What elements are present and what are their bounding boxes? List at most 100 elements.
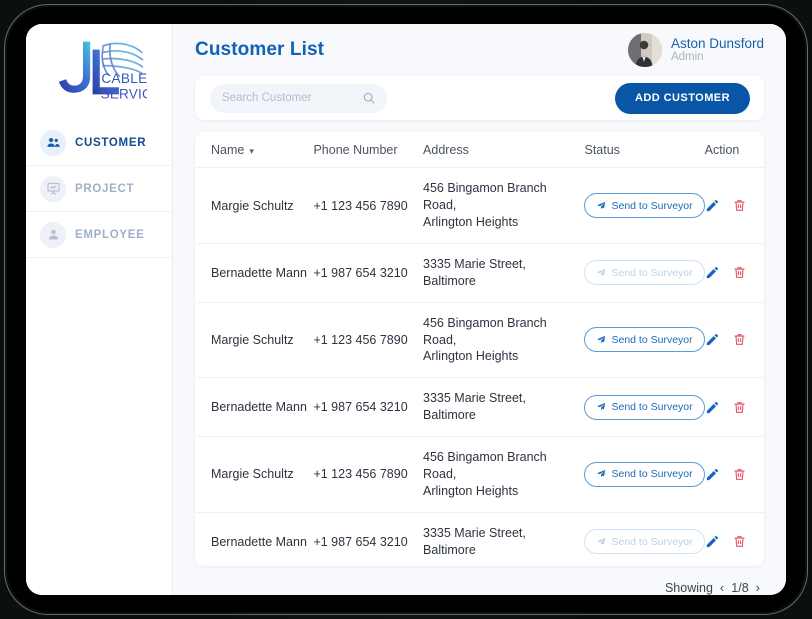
table-row: Margie Schultz +1 123 456 7890 456 Bingamo… xyxy=(195,436,764,513)
cell-action xyxy=(704,377,764,437)
chevron-down-icon[interactable]: ▾ xyxy=(249,146,254,156)
user-role: Admin xyxy=(670,51,704,64)
cell-address: 3335 Marie Street, Baltimore xyxy=(423,243,585,303)
cell-action xyxy=(704,243,764,303)
pencil-icon[interactable] xyxy=(705,332,720,347)
user-menu[interactable]: Aston Dunsford Admin xyxy=(627,33,764,68)
address-line-2: Arlington Heights xyxy=(423,215,519,229)
device-mockup: CABLE SERVICES CUSTOMER xyxy=(0,0,812,619)
address-line-1: 3335 Marie Street, Baltimore xyxy=(423,525,526,557)
paper-plane-icon xyxy=(596,201,606,211)
search-toolbar: ADD CUSTOMER xyxy=(195,76,764,121)
sidebar-item-employee[interactable]: EMPLOYEE xyxy=(26,212,172,258)
cell-phone: +1 123 456 7890 xyxy=(313,167,424,244)
column-label: Name xyxy=(211,143,245,158)
top-bar: Customer List Aston Dunsford Admin xyxy=(195,24,764,76)
cell-address: 3335 Marie Street, Baltimore xyxy=(423,377,585,437)
address-line-2: Arlington Heights xyxy=(423,483,519,498)
page-title: Customer List xyxy=(195,39,325,61)
logo-cable-text: CABLE xyxy=(101,71,147,86)
address-line-1: 456 Bingamon Branch Road, xyxy=(423,315,547,347)
cell-phone: +1 987 654 3210 xyxy=(313,243,424,303)
pagination-next-button[interactable]: › xyxy=(756,580,760,595)
send-to-surveyor-button[interactable]: Send to Surveyor xyxy=(584,394,705,420)
column-header-phone: Phone Number xyxy=(313,132,424,169)
app-screen: CABLE SERVICES CUSTOMER xyxy=(26,24,786,595)
cell-address: 456 Bingamon Branch Road, Arlington Heigh… xyxy=(423,167,585,244)
search-icon[interactable] xyxy=(362,91,376,110)
search-box[interactable] xyxy=(210,83,387,113)
column-header-action: Action xyxy=(704,132,764,169)
sidebar-item-label: EMPLOYEE xyxy=(75,228,145,241)
send-to-surveyor-button: Send to Surveyor xyxy=(584,529,705,554)
status-label: Send to Surveyor xyxy=(611,333,693,346)
send-to-surveyor-button[interactable]: Send to Surveyor xyxy=(584,461,705,487)
search-input[interactable] xyxy=(222,92,357,105)
address-line-2: Arlington Heights xyxy=(423,349,519,364)
pencil-icon[interactable] xyxy=(705,400,720,415)
address-line-1: 3335 Marie Street, Baltimore xyxy=(423,391,526,423)
row-actions xyxy=(705,400,764,415)
cell-action xyxy=(704,436,764,513)
sidebar-item-project[interactable]: PROJECT xyxy=(26,166,172,212)
sidebar-item-label: PROJECT xyxy=(75,182,135,195)
cell-phone: +1 987 654 3210 xyxy=(313,377,424,437)
cell-address: 456 Bingamon Branch Road, Arlington Heigh… xyxy=(423,436,585,513)
sidebar: CABLE SERVICES CUSTOMER xyxy=(26,24,173,595)
table-row: Bernadette Mann +1 987 654 3210 3335 Marie… xyxy=(195,512,764,566)
main-content: Customer List Aston Dunsford Admin Searc… xyxy=(173,24,786,595)
trash-icon[interactable] xyxy=(732,198,747,213)
cell-name: Bernadette Mann xyxy=(195,243,314,303)
pagination-showing-label: Showing xyxy=(664,580,713,595)
pencil-icon[interactable] xyxy=(705,467,720,482)
column-header-status: Status xyxy=(584,132,705,169)
cell-phone: +1 123 456 7890 xyxy=(313,436,424,513)
cell-status: Send to Surveyor xyxy=(584,512,705,566)
cell-name: Margie Schultz xyxy=(195,436,314,513)
cell-status: Send to Surveyor xyxy=(584,243,705,303)
user-name: Aston Dunsford xyxy=(670,36,764,52)
column-header-name[interactable]: Name ▾ xyxy=(195,132,314,169)
user-photo-icon xyxy=(627,33,662,68)
paper-plane-icon xyxy=(596,268,606,278)
send-to-surveyor-button[interactable]: Send to Surveyor xyxy=(584,327,705,353)
paper-plane-icon xyxy=(596,335,606,345)
cell-status: Send to Surveyor xyxy=(584,302,705,379)
customer-table: Name ▾ Phone Number Address Status Action… xyxy=(195,132,764,566)
cell-status: Send to Surveyor xyxy=(584,436,705,513)
pagination: Showing ‹ 1/8 › xyxy=(195,566,764,595)
project-board-icon xyxy=(40,175,66,202)
status-label: Send to Surveyor xyxy=(611,535,693,548)
trash-icon[interactable] xyxy=(732,467,747,482)
paper-plane-icon xyxy=(596,402,606,412)
cell-action xyxy=(704,512,764,566)
send-to-surveyor-button[interactable]: Send to Surveyor xyxy=(584,193,705,219)
row-actions xyxy=(705,467,764,482)
status-label: Send to Surveyor xyxy=(611,266,693,279)
status-label: Send to Surveyor xyxy=(611,199,693,212)
cell-address: 3335 Marie Street, Baltimore xyxy=(423,512,585,566)
paper-plane-icon xyxy=(596,537,606,547)
add-customer-button[interactable]: ADD CUSTOMER xyxy=(614,82,750,114)
sidebar-item-customer[interactable]: CUSTOMER xyxy=(26,120,172,166)
pencil-icon[interactable] xyxy=(705,265,720,280)
app-logo[interactable]: CABLE SERVICES xyxy=(26,24,172,120)
table-row: Bernadette Mann +1 987 654 3210 3335 Marie… xyxy=(195,243,764,303)
pagination-prev-button[interactable]: ‹ xyxy=(720,580,724,595)
cell-action xyxy=(704,167,764,244)
cell-status: Send to Surveyor xyxy=(584,377,705,437)
cell-action xyxy=(704,302,764,379)
cell-status: Send to Surveyor xyxy=(584,167,705,244)
table-row: Bernadette Mann +1 987 654 3210 3335 Marie… xyxy=(195,377,764,437)
customer-table-card: Name ▾ Phone Number Address Status Action… xyxy=(195,132,764,566)
status-label: Send to Surveyor xyxy=(611,401,693,414)
pencil-icon[interactable] xyxy=(705,198,720,213)
row-actions xyxy=(705,265,764,280)
users-icon xyxy=(40,129,66,156)
pencil-icon[interactable] xyxy=(705,534,720,549)
trash-icon[interactable] xyxy=(732,400,747,415)
status-label: Send to Surveyor xyxy=(611,468,693,481)
trash-icon[interactable] xyxy=(732,265,747,280)
trash-icon[interactable] xyxy=(732,332,747,347)
trash-icon[interactable] xyxy=(732,534,747,549)
